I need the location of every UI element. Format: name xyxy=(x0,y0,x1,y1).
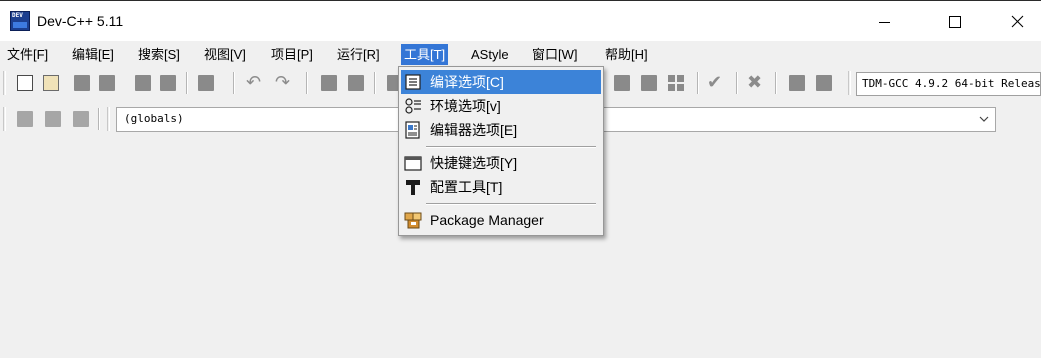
menu-run[interactable]: 运行[R] xyxy=(334,44,383,65)
new-file-icon[interactable] xyxy=(17,75,33,91)
undo-icon[interactable]: ↶ xyxy=(246,73,261,93)
menu-item-label: 快捷键选项[Y] xyxy=(430,155,518,171)
menu-item-package-manager[interactable]: Package Manager xyxy=(401,208,601,232)
menu-item-compiler-options[interactable]: 编译选项[C] xyxy=(401,70,601,94)
chevron-down-icon xyxy=(979,116,989,122)
toolbar-separator xyxy=(374,72,376,94)
title-bar: DEV Dev-C++ 5.11 xyxy=(0,1,1041,41)
stop-icon[interactable]: ✖ xyxy=(747,73,762,93)
menu-separator xyxy=(426,203,596,205)
menu-item-label: 配置工具[T] xyxy=(430,179,503,195)
insert-icon[interactable] xyxy=(17,111,33,127)
menu-item-environment-options[interactable]: 环境选项[v] xyxy=(401,94,601,118)
menu-item-configure-tools[interactable]: 配置工具[T] xyxy=(401,175,601,199)
print-icon[interactable] xyxy=(198,75,214,91)
menu-search[interactable]: 搜索[S] xyxy=(135,44,183,65)
menu-window[interactable]: 窗口[W] xyxy=(529,44,581,65)
hammer-icon xyxy=(406,180,420,195)
close-button[interactable] xyxy=(995,1,1041,41)
app-icon-text: DEV xyxy=(12,12,23,19)
toolbar-separator xyxy=(306,72,308,94)
menu-item-label: 编辑器选项[E] xyxy=(430,122,518,138)
toolbar-separator xyxy=(98,108,100,130)
compiler-select[interactable]: TDM-GCC 4.9.2 64-bit Release xyxy=(856,72,1041,96)
minimize-button[interactable] xyxy=(862,1,908,41)
close-all-icon[interactable] xyxy=(160,75,176,91)
app-icon-bar xyxy=(13,22,27,28)
menu-file[interactable]: 文件[F] xyxy=(4,44,51,65)
close-file-icon[interactable] xyxy=(135,75,151,91)
compile-icon[interactable] xyxy=(614,75,630,91)
menu-tools[interactable]: 工具[T] xyxy=(401,44,449,65)
toolbar-handle[interactable] xyxy=(848,71,851,95)
menu-bar: 文件[F] 编辑[E] 搜索[S] 视图[V] 项目[P] 运行[R] 工具[T… xyxy=(0,42,1041,66)
menu-view[interactable]: 视图[V] xyxy=(201,44,249,65)
menu-project[interactable]: 项目[P] xyxy=(268,44,316,65)
save-all-icon[interactable] xyxy=(99,75,115,91)
menu-separator xyxy=(426,146,596,148)
menu-item-label: Package Manager xyxy=(430,212,544,228)
menu-astyle[interactable]: AStyle xyxy=(468,44,512,65)
toolbar-handle[interactable] xyxy=(107,107,110,131)
window-title: Dev-C++ 5.11 xyxy=(37,13,124,29)
replace-icon[interactable] xyxy=(348,75,364,91)
devcpp-app-icon[interactable]: DEV xyxy=(10,11,30,31)
package-manager-icon xyxy=(404,212,422,229)
toolbar-separator xyxy=(186,72,188,94)
menu-item-label: 编译选项[C] xyxy=(430,74,504,90)
toolbar-handle[interactable] xyxy=(3,107,6,131)
toolbar-separator xyxy=(775,72,777,94)
check-icon[interactable]: ✔ xyxy=(707,73,722,93)
menu-item-shortcut-options[interactable]: 快捷键选项[Y] xyxy=(401,151,601,175)
debug-icon[interactable] xyxy=(789,75,805,91)
environment-options-icon xyxy=(405,98,421,114)
open-file-icon[interactable] xyxy=(43,75,59,91)
menu-item-label: 环境选项[v] xyxy=(430,98,501,114)
close-icon xyxy=(1011,15,1024,28)
editor-options-icon xyxy=(405,121,420,139)
save-icon[interactable] xyxy=(74,75,90,91)
scope-value: (globals) xyxy=(124,112,184,125)
find-icon[interactable] xyxy=(321,75,337,91)
toolbar-separator xyxy=(233,72,235,94)
tools-menu-dropdown: 编译选项[C] 环境选项[v] 编辑器选项[E] 快捷键选项[Y] 配置工具[T… xyxy=(398,66,604,236)
shortcut-options-icon xyxy=(404,156,422,171)
redo-icon[interactable]: ↷ xyxy=(275,73,290,93)
menu-item-editor-options[interactable]: 编辑器选项[E] xyxy=(401,118,601,142)
compiler-options-icon xyxy=(405,74,421,90)
devcpp-window: DEV Dev-C++ 5.11 文件[F] 编辑[E] 搜索[S] 视图[V]… xyxy=(0,0,1041,358)
menu-help[interactable]: 帮助[H] xyxy=(602,44,651,65)
maximize-button[interactable] xyxy=(931,1,977,41)
run-icon[interactable] xyxy=(641,75,657,91)
toolbar-separator xyxy=(736,72,738,94)
compile-run-icon[interactable] xyxy=(668,75,684,91)
toolbar-handle[interactable] xyxy=(3,71,6,95)
goto-declaration-icon[interactable] xyxy=(45,111,61,127)
menu-edit[interactable]: 编辑[E] xyxy=(69,44,117,65)
goto-definition-icon[interactable] xyxy=(73,111,89,127)
profile-icon[interactable] xyxy=(816,75,832,91)
toolbar-separator xyxy=(697,72,699,94)
